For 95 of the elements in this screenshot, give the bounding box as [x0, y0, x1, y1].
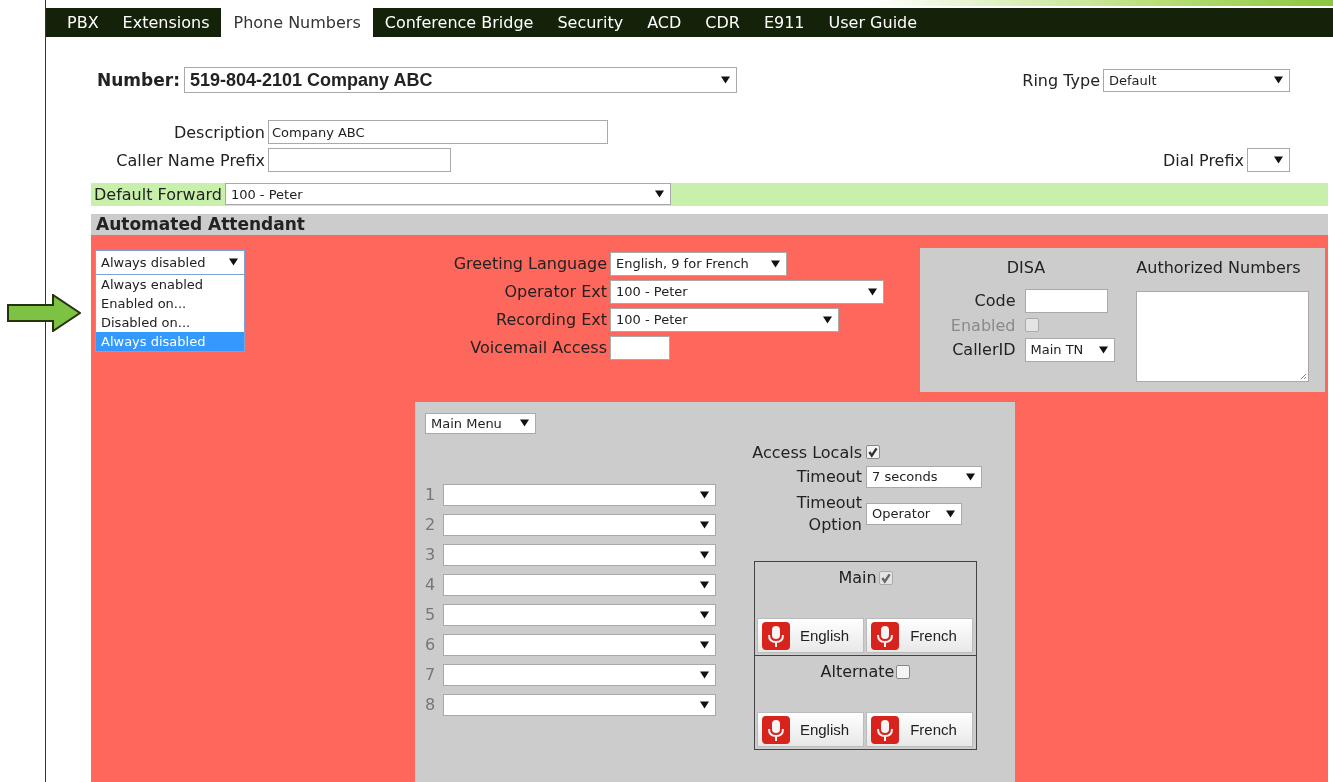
key-dropdown[interactable]: [443, 694, 716, 716]
microphone-icon: [762, 621, 790, 650]
caret-icon: [700, 581, 709, 589]
key-dropdown[interactable]: [443, 664, 716, 686]
tab[interactable]: Phone Numbers: [221, 8, 373, 38]
default-forward-dropdown[interactable]: 100 - Peter: [224, 183, 671, 206]
tab[interactable]: E911: [751, 8, 817, 38]
field-label: Recording Ext: [495, 310, 608, 330]
caret-icon: [520, 419, 529, 428]
caret-icon: [700, 521, 709, 529]
description-label: Description: [172, 122, 266, 142]
default-forward-label: Default Forward: [94, 184, 222, 204]
field-label: Voicemail Access: [469, 338, 608, 358]
timeout-option-label: Timeout Option: [795, 492, 862, 536]
key-number: 2: [425, 515, 437, 535]
key-number: 5: [425, 605, 437, 625]
key-dropdown[interactable]: [443, 484, 716, 506]
access-locals-label: Access Locals: [751, 443, 862, 462]
description-field[interactable]: Company ABC: [268, 120, 608, 145]
greeting-label: Alternate: [820, 662, 895, 682]
tab[interactable]: Extensions: [110, 8, 222, 38]
caret-icon: [700, 701, 709, 709]
microphone-icon: [762, 715, 790, 744]
caller-id-label: CallerID: [951, 340, 1016, 360]
authorized-numbers-label: Authorized Numbers: [1136, 258, 1301, 277]
dropdown[interactable]: 100 - Peter: [610, 308, 839, 332]
number-label: Number:: [97, 70, 180, 91]
record-button[interactable]: French: [866, 712, 973, 748]
caret-icon: [229, 258, 238, 267]
key-number: 1: [425, 485, 437, 505]
caret-icon: [720, 76, 730, 85]
caret-icon: [1274, 76, 1283, 85]
checkbox[interactable]: [896, 664, 911, 679]
dropdown[interactable]: English, 9 for French: [610, 252, 787, 276]
dropdown-option[interactable]: Disabled on...: [96, 313, 244, 332]
caret-icon: [1098, 346, 1108, 354]
greeting-label: Main: [838, 568, 877, 588]
caret-icon: [868, 288, 877, 296]
tab[interactable]: Conference Bridge: [372, 8, 546, 38]
input-field[interactable]: [610, 336, 670, 360]
ring-type-label: Ring Type: [1022, 70, 1100, 90]
tab[interactable]: ACD: [635, 8, 694, 38]
caret-icon: [700, 641, 709, 649]
checkbox[interactable]: [866, 445, 880, 460]
key-dropdown[interactable]: [443, 574, 716, 596]
key-dropdown[interactable]: [443, 544, 716, 566]
tab[interactable]: PBX: [55, 8, 111, 38]
microphone-icon: [871, 715, 899, 744]
code-label: Code: [973, 291, 1016, 311]
dropdown[interactable]: 100 - Peter: [610, 280, 884, 304]
enabled-label: Enabled: [949, 316, 1016, 335]
field-label: Operator Ext: [503, 282, 608, 302]
microphone-icon: [871, 621, 899, 650]
resize-grip-icon[interactable]: [1299, 372, 1307, 380]
caret-icon: [823, 316, 832, 324]
dial-prefix-label: Dial Prefix: [1162, 150, 1244, 170]
section-title: Automated Attendant: [96, 214, 305, 235]
tab[interactable]: User Guide: [816, 8, 930, 38]
dial-prefix-dropdown[interactable]: [1247, 148, 1290, 173]
code-field[interactable]: [1024, 289, 1108, 313]
timeout-label: Timeout: [795, 467, 862, 487]
dropdown-option[interactable]: Enabled on...: [96, 294, 244, 313]
timeout-option-dropdown[interactable]: Operator: [866, 502, 962, 525]
caret-icon: [1274, 156, 1283, 165]
key-number: 4: [425, 575, 437, 595]
caller-name-prefix-field[interactable]: [268, 148, 451, 173]
caret-icon: [771, 260, 780, 268]
disa-title: DISA: [1006, 258, 1046, 277]
key-number: 3: [425, 545, 437, 565]
record-button[interactable]: English: [757, 712, 864, 748]
number-dropdown[interactable]: 519-804-2101 Company ABC: [183, 67, 737, 94]
caret-icon: [700, 611, 709, 619]
key-dropdown[interactable]: [443, 604, 716, 626]
key-number: 8: [425, 695, 437, 715]
caret-icon: [700, 551, 709, 559]
caret-icon: [654, 190, 664, 199]
authorized-numbers-field[interactable]: [1136, 291, 1309, 382]
tab[interactable]: Security: [545, 8, 636, 38]
field-label: Greeting Language: [452, 254, 608, 274]
key-dropdown[interactable]: [443, 514, 716, 536]
caller-id-dropdown[interactable]: Main TN: [1024, 338, 1115, 362]
menu-dropdown[interactable]: Main Menu: [425, 413, 536, 434]
timeout-dropdown[interactable]: 7 seconds: [866, 466, 982, 488]
caret-icon: [946, 509, 955, 518]
mode-dropdown[interactable]: Always disabled: [95, 250, 245, 275]
caret-icon: [966, 473, 975, 481]
ring-type-dropdown[interactable]: Default: [1103, 68, 1290, 92]
tab[interactable]: CDR: [693, 8, 752, 38]
dropdown-option[interactable]: Always enabled: [96, 275, 244, 294]
key-number: 6: [425, 635, 437, 655]
key-number: 7: [425, 665, 437, 685]
caret-icon: [700, 491, 709, 499]
key-dropdown[interactable]: [443, 634, 716, 656]
caret-icon: [700, 671, 709, 679]
caller-name-prefix-label: Caller Name Prefix: [115, 150, 266, 170]
